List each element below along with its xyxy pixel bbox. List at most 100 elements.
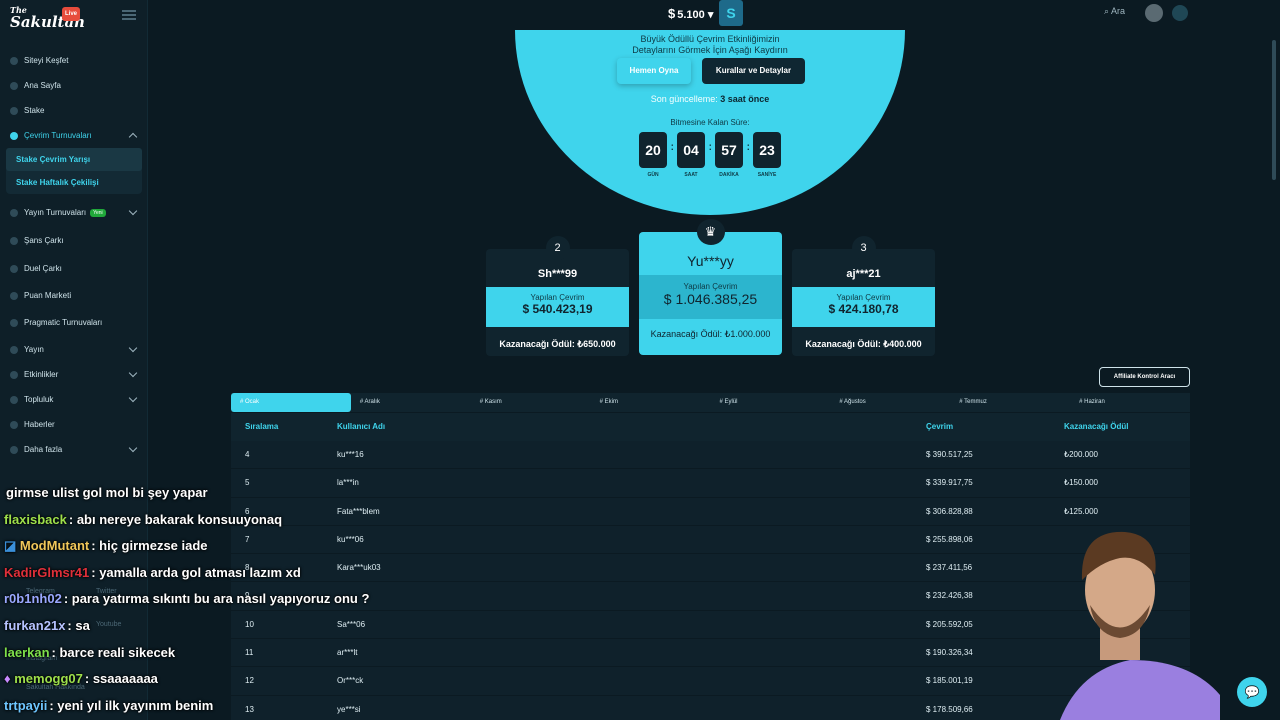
chat-message: r0b1nh02: para yatırma sıkıntı bu ara na…: [4, 591, 370, 607]
sub-badge-icon: ♦: [4, 671, 15, 687]
more-icon: [10, 445, 18, 454]
trophy-icon: [10, 318, 18, 327]
sidebar-item-events[interactable]: Etkinlikler: [0, 362, 148, 387]
sidebar-item-duel-wheel[interactable]: Duel Çarkı: [0, 256, 148, 281]
play-now-button[interactable]: Hemen Oyna: [617, 58, 691, 84]
tab-ocak[interactable]: # Ocak: [231, 393, 351, 412]
users-icon: [10, 395, 18, 404]
sidebar-item-home[interactable]: Ana Sayfa: [0, 73, 148, 98]
wheel-icon: [10, 236, 18, 245]
live-badge: Live: [62, 7, 81, 21]
rank-badge: 2: [545, 236, 570, 260]
chat-message: trtpayii: yeni yıl ilk yayınım benim: [4, 697, 214, 713]
tab-aralik[interactable]: # Aralık: [351, 393, 471, 412]
chat-message: girmse ulist gol mol bi şey yapar: [6, 485, 208, 500]
sidebar-nav: Siteyi Keşfet Ana Sayfa Stake Çevrim Tur…: [0, 48, 148, 462]
sidebar-item-points-market[interactable]: Puan Marketi: [0, 283, 148, 308]
col-prize: Kazanacağı Ödül: [1064, 422, 1129, 431]
avatar[interactable]: [1145, 4, 1163, 22]
chevron-down-icon: [128, 206, 138, 216]
hero-banner: Büyük Ödüllü Çevrim Etkinliğimizin Detayl…: [515, 30, 905, 215]
month-tabs: # Ocak # Aralık # Kasım # Ekim # Eylül #…: [231, 393, 1190, 412]
video-icon: [10, 345, 18, 354]
podium-wager: Yapılan Çevrim $ 1.046.385,25: [639, 275, 782, 319]
notification-icon[interactable]: [1172, 5, 1188, 21]
col-username: Kullanıcı Adı: [337, 422, 386, 431]
home-icon: [10, 81, 18, 90]
podium-username: Sh***99: [537, 268, 578, 280]
tab-temmuz[interactable]: # Temmuz: [950, 393, 1070, 412]
sidebar-item-stream-tournaments[interactable]: Yayın Turnuvaları Yeni: [0, 200, 148, 225]
stream-chat-overlay: girmse ulist gol mol bi şey yapar flaxis…: [4, 485, 444, 720]
tab-agustos[interactable]: # Ağustos: [830, 393, 950, 412]
chevron-down-icon: [128, 443, 138, 453]
chevron-up-icon: [128, 132, 138, 142]
podium-username: Yu***yy: [687, 253, 734, 269]
sidebar-item-community[interactable]: Topluluk: [0, 387, 148, 412]
search-button[interactable]: ⌕ Ara: [1104, 6, 1125, 17]
col-wager: Çevrim: [926, 422, 954, 431]
sidebar-item-stake[interactable]: Stake: [0, 98, 148, 123]
time-remaining-label: Bitmesine Kalan Süre:: [670, 118, 750, 127]
tab-haziran[interactable]: # Haziran: [1070, 393, 1190, 412]
wallet-button[interactable]: S: [719, 0, 743, 26]
chevron-down-icon: [128, 393, 138, 403]
chat-message: ♦ memogg07: ssaaaaaaa: [4, 671, 158, 687]
chevron-down-icon: [128, 368, 138, 378]
podium-wager: Yapılan Çevrim $ 540.423,19: [486, 287, 629, 327]
new-badge: Yeni: [90, 208, 106, 217]
sidebar-item-pragmatic[interactable]: Pragmatic Turnuvaları: [0, 310, 148, 335]
col-rank: Sıralama: [245, 422, 279, 431]
podium-third: 3 aj***21 Yapılan Çevrim $ 424.180,78 Kaz…: [792, 236, 935, 356]
menu-toggle-icon[interactable]: [122, 10, 136, 20]
sidebar-item-explore[interactable]: Siteyi Keşfet: [0, 48, 148, 73]
mod-badge-icon: ◪: [4, 538, 20, 554]
sidebar-item-more[interactable]: Daha fazla: [0, 437, 148, 462]
sidebar-item-stream[interactable]: Yayın: [0, 337, 148, 362]
rules-button[interactable]: Kurallar ve Detaylar: [702, 58, 805, 84]
chat-message: ◪ ModMutant: hiç girmezse iade: [4, 538, 208, 554]
streamer-webcam: [1060, 531, 1220, 720]
timer-minutes: 57 DAKİKA:: [715, 132, 750, 178]
chevron-down-icon: [128, 343, 138, 353]
sidebar-submenu: Stake Çevrim Yarışı Stake Haftalık Çekil…: [6, 148, 142, 194]
timer-days: 20 GÜN:: [639, 132, 674, 178]
calendar-icon: [10, 370, 18, 379]
podium-username: aj***21: [846, 268, 881, 280]
tab-eylul[interactable]: # Eylül: [711, 393, 831, 412]
cart-icon: [10, 291, 18, 300]
tab-ekim[interactable]: # Ekim: [591, 393, 711, 412]
tab-kasim[interactable]: # Kasım: [471, 393, 591, 412]
leaderboard-header: Sıralama Kullanıcı Adı Çevrim Kazanacağı…: [231, 413, 1190, 441]
hero-subtitle: Büyük Ödüllü Çevrim Etkinliğimizin Detayl…: [632, 34, 788, 55]
sidebar-item-news[interactable]: Haberler: [0, 412, 148, 437]
sidebar-item-wager-tournaments[interactable]: Çevrim Turnuvaları: [0, 123, 148, 148]
duel-icon: [10, 264, 18, 273]
podium-prize: Kazanacağı Ödül: ₺650.000: [499, 339, 616, 349]
rank-badge: 3: [851, 236, 876, 260]
chat-message: flaxisback: abı nereye bakarak konsuuyon…: [4, 511, 283, 527]
live-chat-button[interactable]: 💬: [1237, 677, 1267, 707]
chat-message: KadirGlmsr41: yamalla arda gol atması la…: [4, 564, 301, 580]
table-row: 4 ku***16 $ 390.517,25 ₺200.000: [231, 441, 1190, 470]
timer-seconds: 23 SANİYE: [753, 132, 781, 178]
sidebar-subitem-weekly-draw[interactable]: Stake Haftalık Çekilişi: [6, 171, 142, 194]
trophy-icon: [10, 208, 18, 217]
site-logo[interactable]: The Sakultah Live: [10, 4, 85, 30]
wallet-balance[interactable]: $5.100 ▾: [668, 6, 713, 21]
podium-second: 2 Sh***99 Yapılan Çevrim $ 540.423,19 Kaz…: [486, 236, 629, 356]
podium-prize: Kazanacağı Ödül: ₺400.000: [805, 339, 922, 349]
affiliate-tool-button[interactable]: Affiliate Kontrol Aracı: [1099, 367, 1190, 387]
stake-icon: [10, 106, 18, 115]
last-updated: Son güncelleme: 3 saat önce: [650, 94, 770, 104]
podium-first: ♛ Yu***yy Yapılan Çevrim $ 1.046.385,25 K…: [639, 219, 782, 355]
crown-icon: ♛: [696, 219, 725, 245]
podium-prize: Kazanacağı Ödül: ₺1.000.000: [650, 329, 771, 339]
podium-wager: Yapılan Çevrim $ 424.180,78: [792, 287, 935, 327]
sidebar-item-wheel[interactable]: Şans Çarkı: [0, 228, 148, 253]
page-scrollbar[interactable]: [1272, 40, 1276, 180]
countdown-timer: 20 GÜN: 04 SAAT: 57 DAKİKA: 23 SANİYE: [639, 132, 791, 178]
chat-message: laerkan: barce reali sikecek: [4, 644, 176, 660]
compass-icon: [10, 56, 18, 65]
sidebar-subitem-stake-race[interactable]: Stake Çevrim Yarışı: [6, 148, 142, 171]
